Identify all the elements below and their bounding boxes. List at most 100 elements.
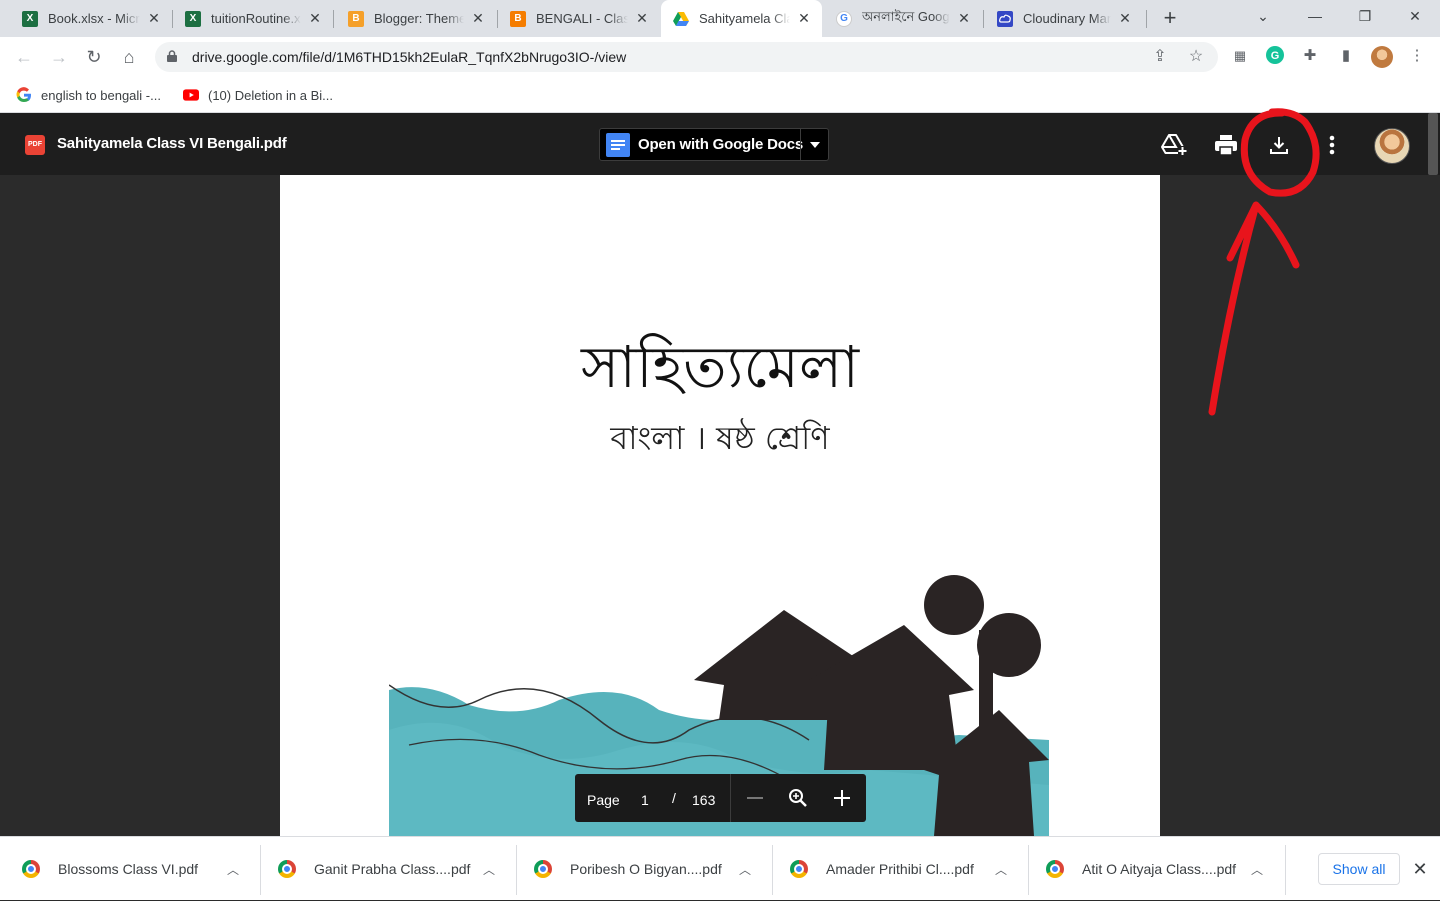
zoom-out-button[interactable] bbox=[743, 786, 767, 810]
chevron-up-icon[interactable]: ︿ bbox=[1251, 861, 1263, 878]
google-docs-icon bbox=[606, 132, 630, 157]
tab-tuition-routine[interactable]: X tuitionRoutine.xlsx ✕ bbox=[173, 0, 333, 37]
download-icon bbox=[1270, 137, 1288, 154]
zoom-in-button[interactable] bbox=[830, 786, 854, 810]
close-icon[interactable]: ✕ bbox=[470, 10, 486, 27]
tab-sahityamela-active[interactable]: Sahityamela Class VI Bengali.pdf ✕ bbox=[661, 0, 822, 37]
download-separator bbox=[772, 845, 773, 895]
zoom-icon bbox=[789, 789, 807, 807]
share-icon[interactable]: ⇪ bbox=[1150, 47, 1170, 67]
tab-google-online[interactable]: G অনলাইনে Google ✕ bbox=[824, 0, 982, 37]
tab-strip: X Book.xlsx - Microsoft Excel ✕ X tuitio… bbox=[0, 0, 1440, 37]
page-navigation-control: Page 1 / 163 bbox=[575, 774, 866, 822]
tab-title: Blogger: Theme bbox=[374, 11, 464, 26]
cloudinary-icon bbox=[997, 10, 1013, 27]
bookmarks-bar: english to bengali -... (10) Deletion in… bbox=[0, 77, 1440, 113]
tab-title: Book.xlsx - Microsoft Excel bbox=[48, 11, 140, 26]
open-with-label: Open with Google Docs bbox=[638, 136, 803, 153]
close-icon[interactable]: ✕ bbox=[796, 10, 812, 27]
tab-blogger-theme[interactable]: B Blogger: Theme ✕ bbox=[336, 0, 496, 37]
chevron-up-icon[interactable]: ︿ bbox=[739, 861, 751, 878]
chrome-menu-icon[interactable]: ⋮ bbox=[1407, 46, 1427, 66]
back-button[interactable]: ← bbox=[12, 45, 36, 69]
tab-book-xlsx[interactable]: X Book.xlsx - Microsoft Excel ✕ bbox=[10, 0, 172, 37]
bookmark-star-icon[interactable]: ☆ bbox=[1186, 47, 1206, 67]
download-item[interactable]: Ganit Prabha Class....pdf ︿ bbox=[278, 837, 516, 901]
url-text: drive.google.com/file/d/1M6THD15kh2EulaR… bbox=[192, 49, 627, 65]
chrome-icon bbox=[1046, 860, 1064, 878]
scrollbar-thumb[interactable] bbox=[1428, 113, 1438, 175]
extensions-puzzle-icon[interactable]: ✚ bbox=[1300, 46, 1320, 66]
restore-button[interactable]: ❐ bbox=[1342, 0, 1388, 32]
new-tab-button[interactable]: + bbox=[1158, 6, 1182, 30]
bookmark-deletion-bst[interactable]: (10) Deletion in a Bi... bbox=[183, 84, 333, 106]
youtube-icon bbox=[183, 87, 199, 103]
close-downloads-bar-icon[interactable]: ✕ bbox=[1408, 857, 1432, 881]
more-actions-icon[interactable] bbox=[1317, 130, 1347, 160]
window-close-button[interactable]: ✕ bbox=[1392, 0, 1438, 32]
show-all-downloads-button[interactable]: Show all bbox=[1318, 853, 1400, 885]
download-filename: Atit O Aityaja Class....pdf bbox=[1082, 861, 1237, 877]
download-filename: Poribesh O Bigyan....pdf bbox=[570, 861, 722, 877]
tab-title: Sahityamela Class VI Bengali.pdf bbox=[699, 11, 790, 26]
close-icon[interactable]: ✕ bbox=[146, 10, 162, 27]
plus-icon bbox=[834, 790, 850, 806]
bookmark-label: english to bengali -... bbox=[41, 87, 161, 103]
add-shortcut-to-drive-button[interactable] bbox=[1159, 130, 1189, 160]
tab-title: tuitionRoutine.xlsx bbox=[211, 11, 301, 26]
file-title: Sahityamela Class VI Bengali.pdf bbox=[57, 135, 287, 152]
minimize-button[interactable]: — bbox=[1292, 0, 1338, 32]
download-item[interactable]: Amader Prithibi Cl....pdf ︿ bbox=[790, 837, 1028, 901]
download-button[interactable] bbox=[1264, 130, 1294, 160]
download-filename: Blossoms Class VI.pdf bbox=[58, 861, 199, 877]
open-with-google-docs-button[interactable]: Open with Google Docs bbox=[599, 128, 829, 161]
tab-search-chevron-icon[interactable]: ⌄ bbox=[1240, 0, 1286, 32]
pdf-file-icon: PDF bbox=[25, 135, 45, 155]
excel-icon: X bbox=[185, 10, 201, 27]
address-bar[interactable]: drive.google.com/file/d/1M6THD15kh2EulaR… bbox=[155, 42, 1218, 72]
download-separator bbox=[1285, 845, 1286, 895]
side-panel-icon[interactable]: ▮ bbox=[1336, 46, 1356, 66]
download-item[interactable]: Poribesh O Bigyan....pdf ︿ bbox=[534, 837, 772, 901]
home-button[interactable]: ⌂ bbox=[117, 45, 141, 69]
tab-title: Cloudinary Management bbox=[1023, 11, 1111, 26]
tab-title: BENGALI - Class bbox=[536, 11, 628, 26]
control-divider bbox=[730, 774, 731, 822]
close-icon[interactable]: ✕ bbox=[956, 10, 972, 27]
close-icon[interactable]: ✕ bbox=[307, 10, 323, 27]
download-item[interactable]: Atit O Aityaja Class....pdf ︿ bbox=[1046, 837, 1284, 901]
forward-button[interactable]: → bbox=[47, 45, 71, 69]
print-button[interactable] bbox=[1211, 130, 1241, 160]
caret-down-icon bbox=[809, 141, 820, 148]
download-filename: Ganit Prabha Class....pdf bbox=[314, 861, 471, 877]
reload-button[interactable]: ↻ bbox=[82, 45, 106, 69]
zoom-reset-button[interactable] bbox=[786, 786, 810, 810]
profile-avatar[interactable] bbox=[1371, 46, 1393, 68]
lock-icon bbox=[167, 49, 177, 62]
tab-cloudinary[interactable]: Cloudinary Management ✕ bbox=[985, 0, 1143, 37]
google-icon bbox=[16, 87, 32, 103]
pdf-page: সাহিত্যমেলা বাংলা । ষষ্ঠ শ্রেণি bbox=[280, 175, 1160, 836]
close-icon[interactable]: ✕ bbox=[1117, 10, 1133, 27]
pdf-viewer-area: সাহিত্যমেলা বাংলা । ষষ্ঠ শ্রেণি bbox=[0, 175, 1440, 836]
tab-bengali-class[interactable]: B BENGALI - Class ✕ bbox=[498, 0, 660, 37]
download-item[interactable]: Blossoms Class VI.pdf ︿ bbox=[22, 837, 260, 901]
chevron-up-icon[interactable]: ︿ bbox=[483, 861, 495, 878]
tab-separator bbox=[1146, 10, 1147, 28]
chevron-up-icon[interactable]: ︿ bbox=[227, 861, 239, 878]
page-label: Page bbox=[587, 792, 620, 808]
download-separator bbox=[260, 845, 261, 895]
minus-icon bbox=[747, 797, 763, 799]
tab-separator bbox=[983, 10, 984, 28]
qr-code-icon[interactable]: ▦ bbox=[1230, 46, 1250, 66]
chevron-up-icon[interactable]: ︿ bbox=[995, 861, 1007, 878]
grammarly-icon[interactable]: G bbox=[1265, 46, 1285, 66]
tab-separator bbox=[333, 10, 334, 28]
open-with-dropdown-button[interactable] bbox=[800, 129, 828, 160]
close-icon[interactable]: ✕ bbox=[634, 10, 650, 27]
browser-toolbar: ← → ↻ ⌂ drive.google.com/file/d/1M6THD15… bbox=[0, 37, 1440, 77]
bookmark-english-to-bengali[interactable]: english to bengali -... bbox=[16, 84, 161, 106]
current-page-input[interactable]: 1 bbox=[641, 792, 649, 808]
download-separator bbox=[516, 845, 517, 895]
account-avatar[interactable] bbox=[1374, 128, 1410, 164]
